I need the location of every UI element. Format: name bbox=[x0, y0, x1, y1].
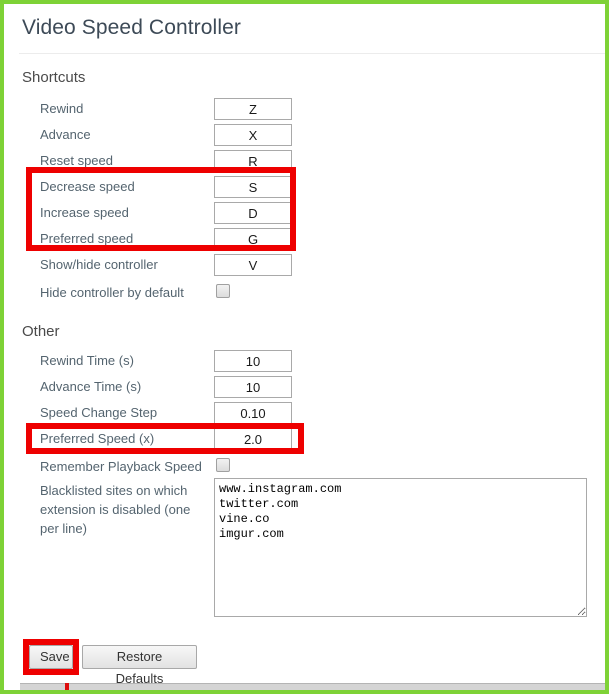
label-blacklisted-sites: Blacklisted sites on which extension is … bbox=[40, 483, 191, 536]
annotation-caret-mark bbox=[65, 683, 69, 690]
input-speed-change-step[interactable] bbox=[214, 402, 292, 424]
label-rewind: Rewind bbox=[40, 101, 84, 116]
label-increase-speed: Increase speed bbox=[40, 205, 129, 220]
input-shortcut-rewind[interactable] bbox=[214, 98, 292, 120]
save-button[interactable]: Save bbox=[29, 645, 73, 669]
options-page-body: Video Speed Controller Shortcuts Rewind … bbox=[4, 4, 605, 690]
label-remember-playback-speed: Remember Playback Speed bbox=[40, 459, 202, 474]
label-show-hide-controller: Show/hide controller bbox=[40, 257, 158, 272]
section-heading-other: Other bbox=[22, 323, 60, 340]
input-shortcut-reset-speed[interactable] bbox=[214, 150, 292, 172]
title-divider bbox=[19, 53, 605, 54]
checkbox-remember-playback-speed[interactable] bbox=[216, 458, 230, 472]
input-shortcut-decrease-speed[interactable] bbox=[214, 176, 292, 198]
page-title: Video Speed Controller bbox=[22, 16, 241, 39]
checkbox-hide-controller-by-default[interactable] bbox=[216, 284, 230, 298]
label-speed-change-step: Speed Change Step bbox=[40, 405, 158, 420]
label-hide-controller-by-default: Hide controller by default bbox=[40, 285, 184, 300]
input-shortcut-preferred-speed[interactable] bbox=[214, 228, 292, 250]
label-decrease-speed: Decrease speed bbox=[40, 179, 135, 194]
input-shortcut-show-hide-controller[interactable] bbox=[214, 254, 292, 276]
label-advance: Advance bbox=[40, 127, 91, 142]
label-preferred-speed: Preferred Speed (x) bbox=[40, 431, 155, 446]
input-preferred-speed[interactable] bbox=[214, 428, 292, 450]
label-reset-speed: Reset speed bbox=[40, 153, 113, 168]
bottom-status-bar bbox=[20, 683, 605, 690]
restore-defaults-button[interactable]: Restore Defaults bbox=[82, 645, 197, 686]
section-heading-shortcuts: Shortcuts bbox=[22, 69, 86, 86]
extension-options-window: Video Speed Controller Shortcuts Rewind … bbox=[0, 0, 609, 694]
label-rewind-time: Rewind Time (s) bbox=[40, 353, 134, 368]
input-shortcut-advance[interactable] bbox=[214, 124, 292, 146]
input-advance-time[interactable] bbox=[214, 376, 292, 398]
input-shortcut-increase-speed[interactable] bbox=[214, 202, 292, 224]
input-rewind-time[interactable] bbox=[214, 350, 292, 372]
label-preferred-speed-shortcut: Preferred speed bbox=[40, 231, 134, 246]
label-advance-time: Advance Time (s) bbox=[40, 379, 142, 394]
textarea-blacklisted-sites[interactable] bbox=[214, 478, 587, 617]
